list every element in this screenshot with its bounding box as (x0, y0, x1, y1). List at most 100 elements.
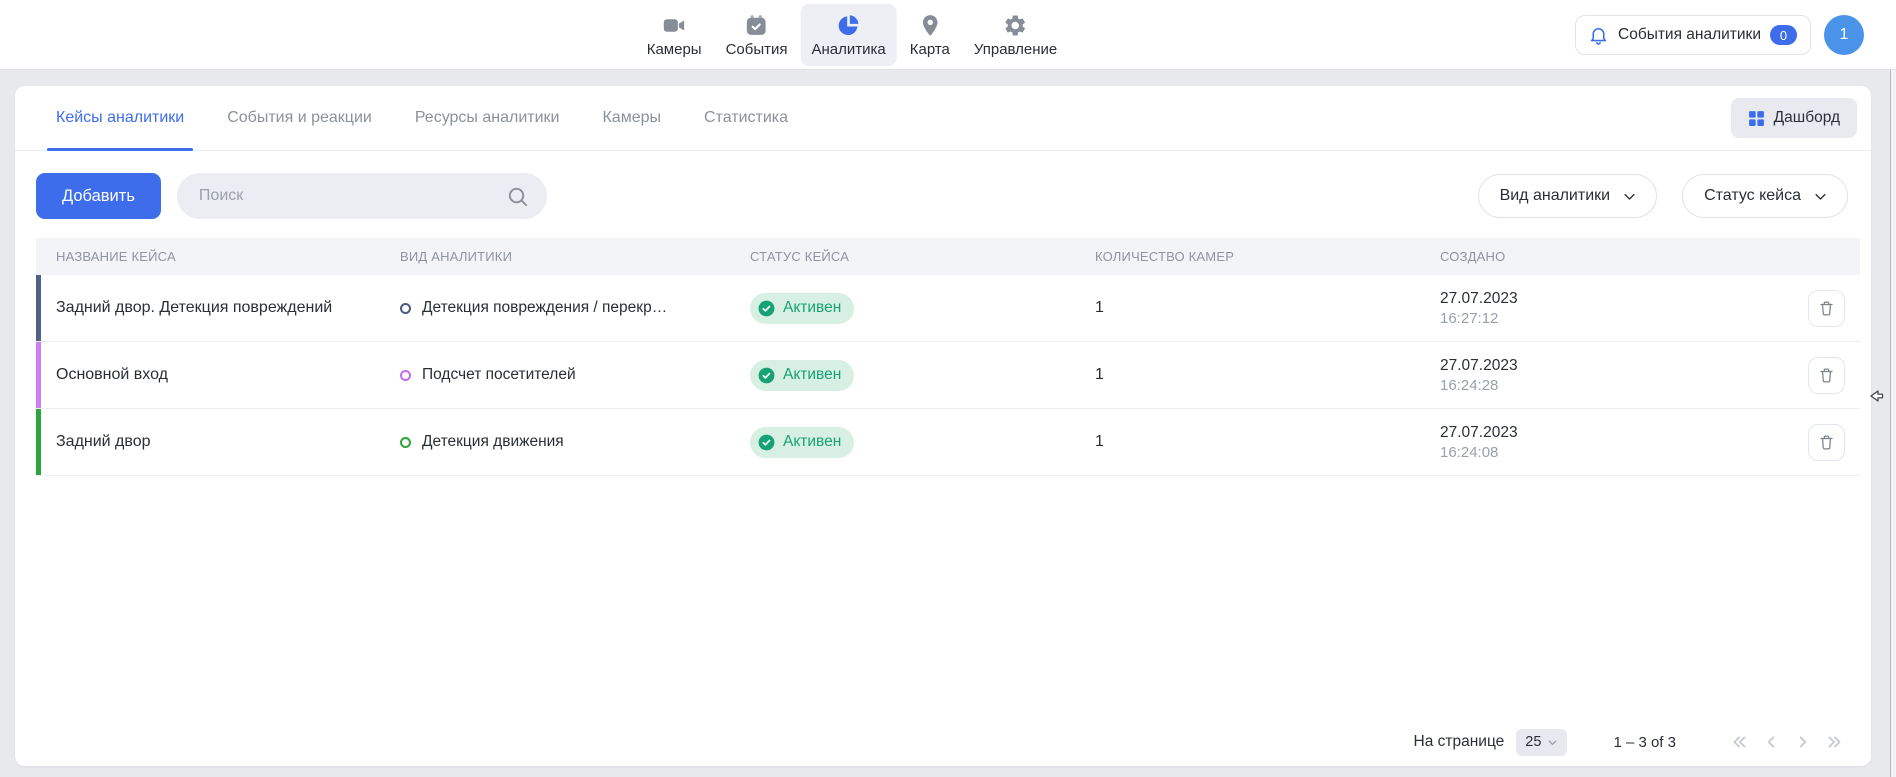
tabs: Кейсы аналитики События и реакции Ресурс… (56, 86, 788, 150)
trash-icon (1817, 299, 1836, 318)
tab-analytics-cases[interactable]: Кейсы аналитики (56, 86, 184, 150)
created-date: 27.07.2023 (1440, 290, 1808, 308)
top-right: События аналитики 0 1 (1575, 0, 1864, 70)
status-cell: Активен (750, 427, 1095, 458)
case-name: Задний двор (56, 433, 400, 451)
analytics-type-label: Детекция движения (422, 433, 564, 451)
nav-item-events[interactable]: События (715, 4, 799, 66)
status-cell: Активен (750, 293, 1095, 324)
table-row[interactable]: Задний двор. Детекция повреждений Детекц… (36, 275, 1860, 342)
tab-statistics[interactable]: Статистика (704, 86, 788, 150)
created-cell: 27.07.2023 16:24:28 (1440, 357, 1808, 394)
screen: Камеры События Аналитика Карта (0, 0, 1896, 777)
nav-item-analytics[interactable]: Аналитика (801, 4, 897, 66)
mouse-cursor (1869, 388, 1885, 409)
analytics-events-button[interactable]: События аналитики 0 (1575, 15, 1811, 55)
table-header: НАЗВАНИЕ КЕЙСА ВИД АНАЛИТИКИ СТАТУС КЕЙС… (36, 238, 1860, 275)
nav-item-management[interactable]: Управление (963, 4, 1068, 66)
case-status-filter[interactable]: Статус кейса (1682, 174, 1848, 218)
camera-count: 1 (1095, 366, 1440, 384)
prev-page-button[interactable] (1758, 729, 1784, 755)
status-badge: Активен (750, 293, 854, 324)
nav-label: Управление (974, 41, 1057, 58)
pie-chart-icon (836, 12, 861, 38)
tabs-row: Кейсы аналитики События и реакции Ресурс… (15, 86, 1871, 151)
content-card: Кейсы аналитики События и реакции Ресурс… (15, 86, 1871, 766)
case-name: Задний двор. Детекция повреждений (56, 299, 400, 317)
nav-label: Камеры (647, 41, 702, 58)
tab-events-and-reactions[interactable]: События и реакции (227, 86, 372, 150)
events-button-label: События аналитики (1618, 26, 1761, 44)
created-time: 16:27:12 (1440, 310, 1808, 327)
first-page-button[interactable] (1726, 729, 1752, 755)
analytics-type-icon (400, 370, 411, 381)
table-row[interactable]: Основной вход Подсчет посетителей Активе… (36, 342, 1860, 409)
analytics-type-cell: Подсчет посетителей (400, 366, 750, 384)
chevron-left-icon (1760, 731, 1782, 753)
nav-label: Карта (910, 41, 950, 58)
check-circle-icon (757, 366, 776, 385)
camera-count: 1 (1095, 299, 1440, 317)
bell-icon (1588, 25, 1609, 46)
chevron-right-icon (1792, 731, 1814, 753)
analytics-type-cell: Детекция повреждения / перекр… (400, 299, 750, 317)
delete-button[interactable] (1808, 424, 1845, 461)
trash-icon (1817, 433, 1836, 452)
actions-cell (1808, 357, 1861, 394)
check-circle-icon (757, 299, 776, 318)
analytics-type-filter[interactable]: Вид аналитики (1478, 174, 1658, 218)
created-cell: 27.07.2023 16:24:08 (1440, 424, 1808, 461)
avatar[interactable]: 1 (1824, 15, 1864, 55)
row-accent-bar (36, 409, 41, 475)
tab-analytics-resources[interactable]: Ресурсы аналитики (415, 86, 560, 150)
table-row[interactable]: Задний двор Детекция движения Активен 1 … (36, 409, 1860, 476)
nav-item-map[interactable]: Карта (899, 4, 961, 66)
per-page-select[interactable]: 25 (1516, 729, 1567, 756)
check-circle-icon (757, 433, 776, 452)
dashboard-button[interactable]: Дашборд (1731, 98, 1857, 138)
scrollbar-gutter[interactable] (1890, 70, 1896, 777)
pagination: На странице 25 1 – 3 of 3 (1414, 726, 1848, 758)
filter-label: Вид аналитики (1500, 187, 1611, 205)
nav-label: События (726, 41, 788, 58)
analytics-type-label: Детекция повреждения / перекр… (422, 299, 667, 317)
add-button[interactable]: Добавить (36, 173, 161, 219)
created-date: 27.07.2023 (1440, 424, 1808, 442)
filters: Вид аналитики Статус кейса (1478, 174, 1848, 218)
nav-item-cameras[interactable]: Камеры (636, 4, 713, 66)
map-pin-icon (917, 12, 942, 38)
camera-count: 1 (1095, 433, 1440, 451)
status-badge: Активен (750, 427, 854, 458)
dashboard-icon (1748, 110, 1765, 127)
double-chevron-left-icon (1728, 731, 1750, 753)
delete-button[interactable] (1808, 290, 1845, 327)
status-badge: Активен (750, 360, 854, 391)
events-count-badge: 0 (1770, 25, 1797, 45)
case-name: Основной вход (56, 366, 400, 384)
dashboard-button-label: Дашборд (1774, 109, 1840, 127)
col-created: СОЗДАНО (1440, 249, 1808, 264)
status-cell: Активен (750, 360, 1095, 391)
tab-cameras[interactable]: Камеры (602, 86, 661, 150)
nav-label: Аналитика (812, 41, 886, 58)
created-time: 16:24:28 (1440, 377, 1808, 394)
col-camera-count: КОЛИЧЕСТВО КАМЕР (1095, 249, 1440, 264)
pager-buttons (1726, 729, 1848, 755)
next-page-button[interactable] (1790, 729, 1816, 755)
col-case-name: НАЗВАНИЕ КЕЙСА (56, 249, 400, 264)
search-input[interactable] (199, 187, 506, 205)
search-box (177, 173, 547, 219)
filter-label: Статус кейса (1704, 187, 1801, 205)
row-accent-bar (36, 275, 41, 341)
gear-icon (1003, 12, 1028, 38)
delete-button[interactable] (1808, 357, 1845, 394)
last-page-button[interactable] (1822, 729, 1848, 755)
actions-cell (1808, 290, 1861, 327)
col-case-status: СТАТУС КЕЙСА (750, 249, 1095, 264)
chevron-down-icon (1547, 737, 1558, 748)
analytics-type-cell: Детекция движения (400, 433, 750, 451)
analytics-type-icon (400, 437, 411, 448)
chevron-down-icon (1813, 189, 1828, 204)
search-icon (506, 185, 529, 208)
trash-icon (1817, 366, 1836, 385)
